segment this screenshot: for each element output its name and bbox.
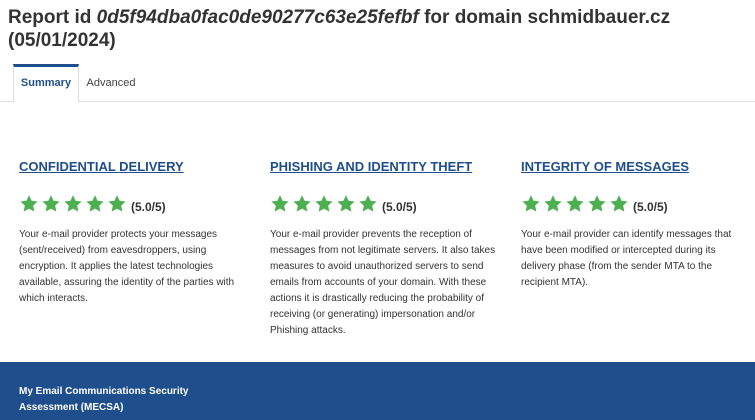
star-icon bbox=[271, 195, 289, 212]
star-icon bbox=[64, 195, 82, 212]
star-icon bbox=[522, 195, 540, 212]
rating-score: (5.0/5) bbox=[131, 199, 166, 214]
star-icon bbox=[42, 195, 60, 212]
star-icon bbox=[86, 195, 104, 212]
star-rating: (5.0/5) bbox=[19, 193, 251, 215]
tab-bar: Summary Advanced bbox=[0, 64, 755, 102]
star-icon bbox=[108, 195, 126, 212]
star-icon bbox=[566, 195, 584, 212]
star-icon bbox=[610, 195, 628, 212]
rating-score: (5.0/5) bbox=[633, 199, 668, 214]
section-title-link[interactable]: INTEGRITY OF MESSAGES bbox=[521, 158, 749, 176]
tab-summary[interactable]: Summary bbox=[13, 64, 79, 102]
footer-title: My Email Communications Security Assessm… bbox=[19, 386, 189, 413]
star-icon bbox=[315, 195, 333, 212]
section-confidential-delivery: CONFIDENTIAL DELIVERY (5.0/5) Your e-mai… bbox=[19, 158, 251, 307]
report-id: 0d5f94dba0fac0de90277c63e25fefbf bbox=[96, 7, 419, 28]
footer-bar: My Email Communications Security Assessm… bbox=[0, 362, 755, 420]
rating-score: (5.0/5) bbox=[382, 199, 417, 214]
star-icon bbox=[359, 195, 377, 212]
star-icon bbox=[20, 195, 38, 212]
section-phishing-identity-theft: PHISHING AND IDENTITY THEFT (5.0/5) Your… bbox=[270, 158, 502, 339]
section-title-link[interactable]: CONFIDENTIAL DELIVERY bbox=[19, 158, 251, 176]
star-icon bbox=[544, 195, 562, 212]
section-description: Your e-mail provider prevents the recept… bbox=[270, 229, 496, 336]
report-domain: schmidbauer.cz bbox=[527, 7, 671, 28]
title-prefix: Report id bbox=[8, 7, 97, 28]
star-icon bbox=[588, 195, 606, 212]
star-icon bbox=[337, 195, 355, 212]
tab-advanced[interactable]: Advanced bbox=[80, 65, 142, 101]
section-description: Your e-mail provider protects your messa… bbox=[19, 229, 235, 304]
report-page: Report id 0d5f94dba0fac0de90277c63e25fef… bbox=[0, 0, 755, 420]
page-title: Report id 0d5f94dba0fac0de90277c63e25fef… bbox=[8, 6, 748, 52]
star-rating: (5.0/5) bbox=[270, 193, 502, 215]
report-date: (05/01/2024) bbox=[8, 30, 116, 51]
star-rating: (5.0/5) bbox=[521, 193, 749, 215]
section-description: Your e-mail provider can identify messag… bbox=[521, 229, 732, 288]
title-middle: for domain bbox=[418, 7, 528, 28]
section-title-link[interactable]: PHISHING AND IDENTITY THEFT bbox=[270, 158, 502, 176]
star-icon bbox=[293, 195, 311, 212]
section-integrity-of-messages: INTEGRITY OF MESSAGES (5.0/5) Your e-mai… bbox=[521, 158, 749, 291]
